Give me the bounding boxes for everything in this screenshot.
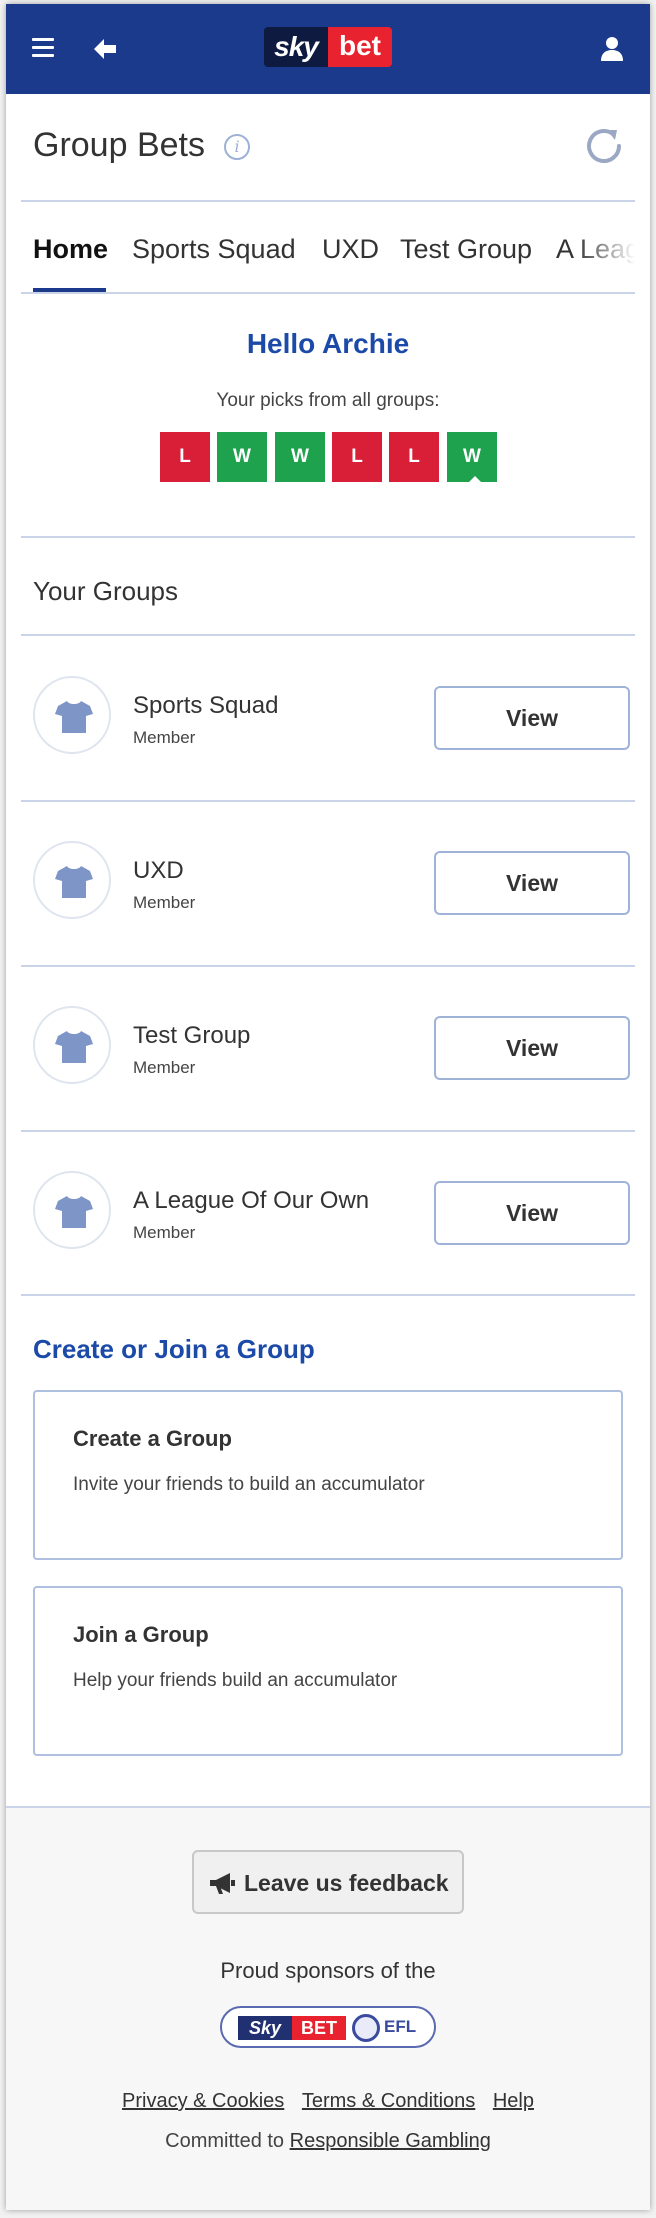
greeting-heading: Hello Archie bbox=[246, 328, 410, 359]
view-group-button[interactable]: View bbox=[434, 851, 630, 915]
card-title: Join a Group bbox=[73, 1622, 209, 1647]
shirt-icon bbox=[55, 701, 93, 733]
efl-badge-icon bbox=[352, 2014, 380, 2042]
leave-feedback-button[interactable]: Leave us feedback bbox=[192, 1850, 464, 1914]
group-row: UXD Member View bbox=[21, 801, 635, 965]
logo-sky: sky bbox=[264, 27, 328, 67]
group-row: Test Group Member View bbox=[21, 966, 635, 1130]
create-group-card[interactable]: Create a Group Invite your friends to bu… bbox=[33, 1390, 623, 1560]
group-name: Test Group bbox=[133, 1022, 251, 1049]
back-arrow-icon[interactable] bbox=[90, 34, 120, 64]
help-link[interactable]: Help bbox=[493, 2090, 534, 2112]
page-frame: sky bet Group Bets i Home Sports Squad U… bbox=[0, 0, 656, 2218]
top-bar: sky bet bbox=[6, 4, 650, 94]
create-join-heading: Create or Join a Group bbox=[33, 1334, 315, 1364]
card-title: Create a Group bbox=[73, 1426, 232, 1451]
tab-home[interactable]: Home bbox=[33, 234, 108, 265]
pick-result[interactable]: L bbox=[160, 432, 210, 482]
committed-text: Committed to bbox=[165, 2130, 285, 2152]
group-name: UXD bbox=[133, 857, 184, 884]
pick-result[interactable]: L bbox=[389, 432, 439, 482]
skybet-logo[interactable]: sky bet bbox=[264, 27, 392, 67]
footer: Leave us feedback Proud sponsors of the … bbox=[6, 1806, 650, 2210]
pick-result[interactable]: W bbox=[217, 432, 267, 482]
divider bbox=[21, 1294, 635, 1296]
your-groups-heading: Your Groups bbox=[33, 576, 179, 606]
tab-test-group[interactable]: Test Group bbox=[400, 234, 532, 265]
skybet-efl-logo[interactable]: Sky BET EFL bbox=[220, 2006, 436, 2048]
pick-result[interactable]: W bbox=[275, 432, 325, 482]
tab-sports-squad[interactable]: Sports Squad bbox=[132, 234, 296, 265]
join-group-card[interactable]: Join a Group Help your friends build an … bbox=[33, 1586, 623, 1756]
info-icon[interactable]: i bbox=[224, 134, 250, 160]
group-avatar bbox=[33, 1171, 111, 1249]
divider bbox=[21, 536, 635, 538]
tab-scroll-fade bbox=[576, 204, 650, 292]
feedback-label: Leave us feedback bbox=[244, 1870, 449, 1896]
refresh-icon[interactable] bbox=[582, 124, 626, 168]
responsible-gambling-line: Committed to Responsible Gambling bbox=[6, 2130, 650, 2153]
group-role: Member bbox=[133, 1223, 196, 1242]
tab-uxd[interactable]: UXD bbox=[322, 234, 379, 265]
group-role: Member bbox=[133, 728, 196, 747]
divider bbox=[21, 200, 635, 202]
view-group-button[interactable]: View bbox=[434, 1016, 630, 1080]
pick-result[interactable]: L bbox=[332, 432, 382, 482]
view-group-button[interactable]: View bbox=[434, 1181, 630, 1245]
group-name: Sports Squad bbox=[133, 692, 279, 719]
divider bbox=[21, 292, 635, 294]
efl-logo-text: EFL bbox=[384, 2017, 417, 2036]
group-avatar bbox=[33, 676, 111, 754]
group-avatar bbox=[33, 1006, 111, 1084]
user-icon[interactable] bbox=[600, 36, 624, 62]
shirt-icon bbox=[55, 866, 93, 898]
card-description: Invite your friends to build an accumula… bbox=[73, 1474, 425, 1495]
group-avatar bbox=[33, 841, 111, 919]
group-row: Sports Squad Member View bbox=[21, 636, 635, 800]
group-name: A League Of Our Own bbox=[133, 1187, 370, 1214]
efl-logo-bet: BET bbox=[292, 2016, 346, 2040]
hamburger-icon[interactable] bbox=[32, 38, 54, 58]
responsible-gambling-link[interactable]: Responsible Gambling bbox=[290, 2130, 491, 2152]
group-role: Member bbox=[133, 1058, 196, 1077]
megaphone-icon bbox=[210, 1873, 235, 1894]
selected-pick-marker bbox=[468, 476, 482, 483]
efl-logo-sky: Sky bbox=[238, 2016, 292, 2040]
sponsors-text: Proud sponsors of the bbox=[220, 1958, 436, 1983]
privacy-cookies-link[interactable]: Privacy & Cookies bbox=[122, 2090, 284, 2112]
shirt-icon bbox=[55, 1196, 93, 1228]
view-group-button[interactable]: View bbox=[434, 686, 630, 750]
footer-links: Privacy & Cookies Terms & Conditions Hel… bbox=[6, 2090, 650, 2113]
terms-conditions-link[interactable]: Terms & Conditions bbox=[302, 2090, 475, 2112]
logo-bet: bet bbox=[328, 27, 392, 67]
shirt-icon bbox=[55, 1031, 93, 1063]
pick-result[interactable]: W bbox=[447, 432, 497, 482]
group-role: Member bbox=[133, 893, 196, 912]
app-screen: sky bet Group Bets i Home Sports Squad U… bbox=[6, 4, 650, 2210]
picks-caption: Your picks from all groups: bbox=[216, 390, 440, 411]
group-tabs: Home Sports Squad UXD Test Group A Leagu… bbox=[6, 204, 650, 294]
card-description: Help your friends build an accumulator bbox=[73, 1670, 398, 1691]
group-row: A League Of Our Own Member View bbox=[21, 1131, 635, 1295]
page-title: Group Bets bbox=[33, 126, 205, 164]
